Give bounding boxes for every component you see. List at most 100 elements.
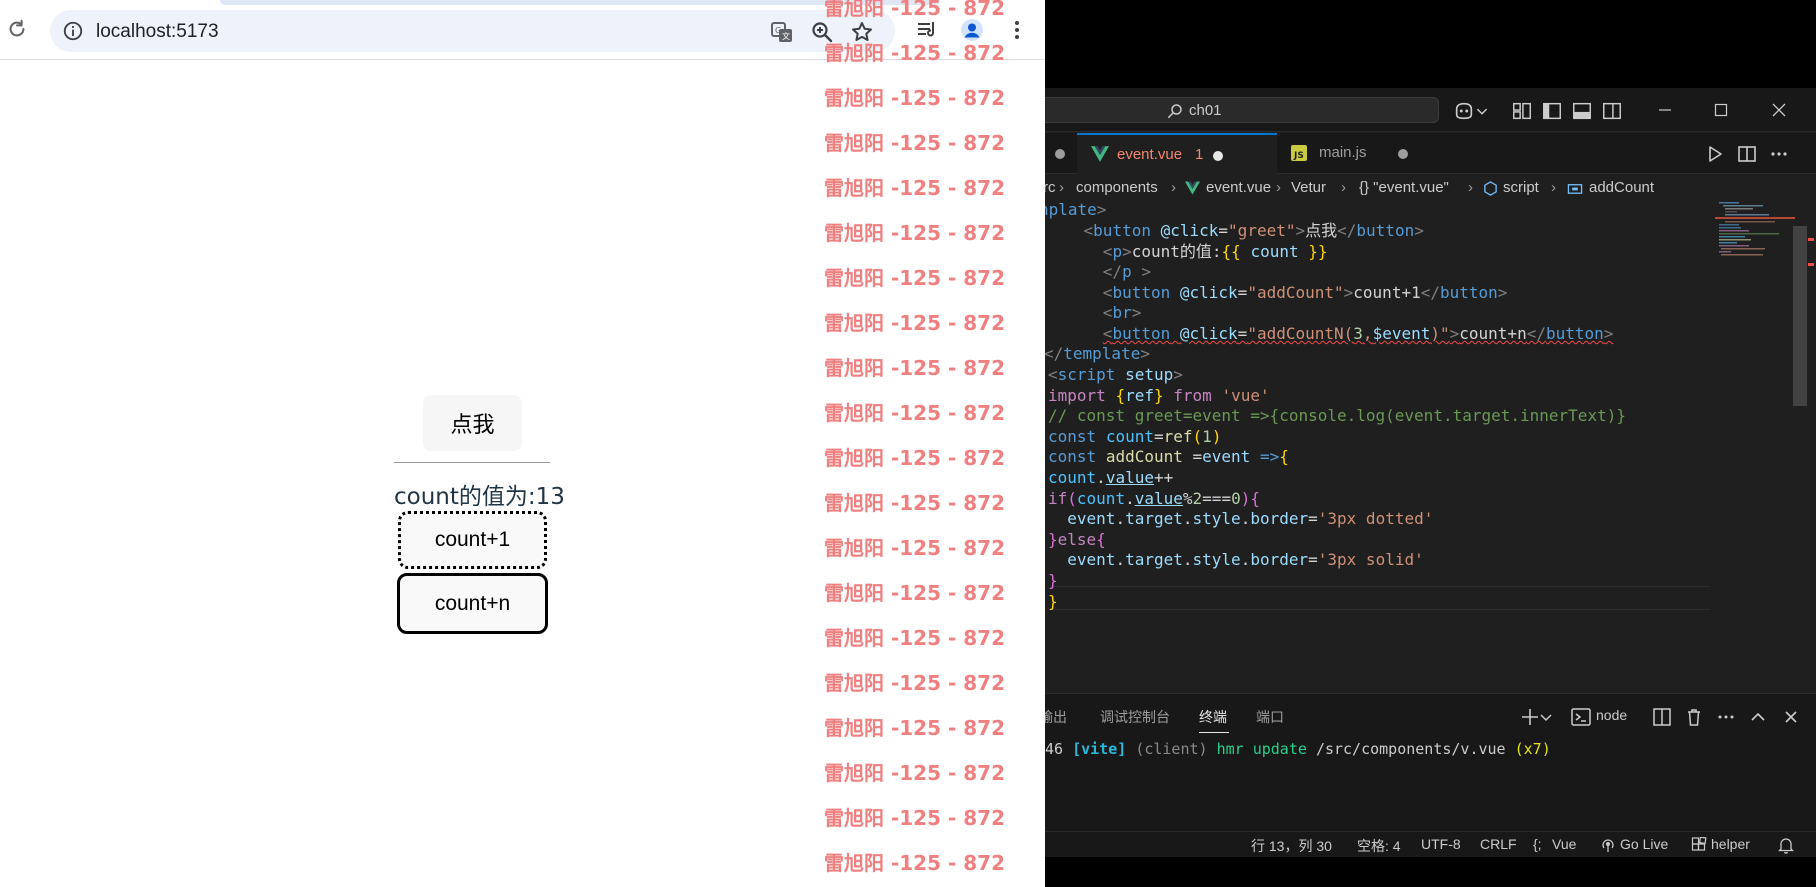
translate-icon[interactable]: G 文 <box>770 20 794 44</box>
address-bar[interactable]: localhost:5173 G 文 <box>50 10 895 52</box>
breadcrumb-item[interactable]: addCount <box>1589 179 1654 196</box>
problem-count-badge: 1 <box>1195 146 1204 163</box>
breadcrumb-item[interactable]: event.vue <box>1206 179 1271 196</box>
notifications-bell-icon[interactable] <box>1778 836 1794 854</box>
modified-dot <box>1055 149 1065 159</box>
scrollbar-thumb[interactable] <box>1793 226 1807 406</box>
tab-strip-edge <box>220 0 940 5</box>
customize-layout-icon[interactable] <box>1511 100 1533 122</box>
chevron-down-icon[interactable] <box>1539 706 1553 728</box>
split-terminal-icon[interactable] <box>1651 706 1673 728</box>
browser-toolbar: localhost:5173 G 文 <box>0 0 1045 60</box>
trash-icon[interactable] <box>1683 706 1705 728</box>
page-content: 点我 count的值为:13 count+1 count+n <box>0 61 1045 887</box>
split-editor-icon[interactable] <box>1737 144 1757 164</box>
url-text[interactable]: localhost:5173 <box>96 21 219 43</box>
more-actions-icon[interactable] <box>1769 144 1789 164</box>
status-bar: 行 13，列 30 空格: 4 UTF-8 CRLF {; Vue Go Liv… <box>1045 831 1816 857</box>
panel-tab-output[interactable]: 输出 <box>1045 707 1067 727</box>
chevron-right-icon: › <box>1468 179 1473 196</box>
broadcast-icon <box>1602 839 1614 852</box>
tab-main-js[interactable]: JS main.js <box>1281 133 1411 174</box>
reading-list-icon[interactable] <box>915 18 939 42</box>
profile-avatar-icon[interactable] <box>960 18 984 42</box>
svg-text:文: 文 <box>782 31 790 41</box>
chevron-down-icon[interactable] <box>1475 100 1489 122</box>
chevron-right-icon: › <box>1171 179 1176 196</box>
breadcrumb-item[interactable]: components <box>1076 179 1158 196</box>
tab-label: event.vue <box>1117 146 1183 163</box>
chevron-right-icon: › <box>1341 179 1346 196</box>
extensions-icon <box>1691 837 1707 851</box>
status-eol[interactable]: CRLF <box>1480 836 1517 852</box>
maximize-panel-icon[interactable] <box>1747 706 1769 728</box>
divider <box>394 462 550 463</box>
terminal-client: (client) <box>1135 740 1208 758</box>
vscode-window: ch01 event.vue 1 JS main.js rc › compone… <box>1045 88 1816 887</box>
minimap[interactable] <box>1715 200 1795 300</box>
modified-dot[interactable] <box>1213 151 1223 161</box>
panel-tab-debug-console[interactable]: 调试控制台 <box>1100 707 1170 727</box>
breadcrumb-item[interactable]: rc <box>1045 179 1056 196</box>
braces-icon: {; <box>1533 836 1542 852</box>
title-bar: ch01 <box>1045 88 1816 132</box>
terminal-timestamp: 46 <box>1045 740 1073 758</box>
site-info-icon[interactable] <box>62 20 84 42</box>
close-window-icon[interactable] <box>1765 96 1793 124</box>
zoom-icon[interactable] <box>810 20 834 44</box>
status-language[interactable]: Vue <box>1552 836 1576 852</box>
breadcrumb-item[interactable]: Vetur <box>1291 179 1326 196</box>
screen: localhost:5173 G 文 点我 count的值为:13 count+… <box>0 0 1816 887</box>
terminal-vite-tag: [vite] <box>1072 740 1127 758</box>
status-encoding[interactable]: UTF-8 <box>1421 836 1461 852</box>
terminal-action: hmr update <box>1216 740 1307 758</box>
symbol-variable-icon <box>1567 184 1583 194</box>
new-terminal-icon[interactable] <box>1519 706 1541 728</box>
toggle-panel-icon[interactable] <box>1571 100 1593 122</box>
status-golive[interactable]: Go Live <box>1620 836 1668 852</box>
toggle-secondary-sidebar-icon[interactable] <box>1601 100 1623 122</box>
svg-text:G: G <box>775 26 781 35</box>
browser-window: localhost:5173 G 文 点我 count的值为:13 count+… <box>0 0 1045 887</box>
toggle-primary-sidebar-icon[interactable] <box>1541 100 1563 122</box>
breadcrumb-item[interactable]: script <box>1503 179 1539 196</box>
tab-previous-overflow[interactable] <box>1045 133 1075 174</box>
kebab-menu-icon[interactable] <box>1005 18 1029 42</box>
greet-button[interactable]: 点我 <box>423 395 522 451</box>
terminal-icon <box>1571 708 1591 726</box>
close-panel-icon[interactable] <box>1780 706 1802 728</box>
js-icon: JS <box>1291 145 1307 161</box>
minimize-icon[interactable] <box>1651 96 1679 124</box>
bookmark-star-icon[interactable] <box>850 20 874 44</box>
editor-tabs: event.vue 1 JS main.js <box>1045 133 1816 174</box>
breadcrumb-item[interactable]: {} "event.vue" <box>1359 179 1449 196</box>
reload-icon[interactable] <box>6 18 28 40</box>
code-line: } <box>1048 592 1058 611</box>
breadcrumb: rc › components › event.vue › Vetur › {}… <box>1045 176 1765 200</box>
svg-text:JS: JS <box>1293 151 1304 161</box>
maximize-icon[interactable] <box>1707 96 1735 124</box>
modified-dot[interactable] <box>1398 149 1408 159</box>
panel-tab-terminal[interactable]: 终端 <box>1199 707 1227 727</box>
chevron-right-icon: › <box>1059 179 1064 196</box>
count-plus-n-button[interactable]: count+n <box>397 573 548 634</box>
tab-label: main.js <box>1319 144 1367 161</box>
terminal-name[interactable]: node <box>1596 707 1627 723</box>
status-cursor-position[interactable]: 行 13，列 30 <box>1251 836 1332 856</box>
count-value-text: count的值为:13 <box>394 484 565 510</box>
symbol-module-icon <box>1484 181 1497 196</box>
panel-tab-ports[interactable]: 端口 <box>1256 707 1284 727</box>
command-center[interactable]: ch01 <box>1045 97 1439 123</box>
count-plus-one-button[interactable]: count+1 <box>398 511 547 569</box>
chevron-right-icon: › <box>1276 179 1281 196</box>
run-icon[interactable] <box>1705 144 1725 164</box>
terminal-count: (x7) <box>1514 740 1551 758</box>
search-icon <box>1167 104 1182 119</box>
copilot-icon[interactable] <box>1453 100 1475 122</box>
status-indentation[interactable]: 空格: 4 <box>1357 836 1401 856</box>
active-tab-indicator <box>1199 732 1229 733</box>
status-helper[interactable]: helper <box>1711 836 1750 852</box>
tab-event-vue[interactable]: event.vue 1 <box>1077 133 1277 174</box>
more-actions-icon[interactable] <box>1715 706 1737 728</box>
command-center-text: ch01 <box>1189 102 1222 119</box>
